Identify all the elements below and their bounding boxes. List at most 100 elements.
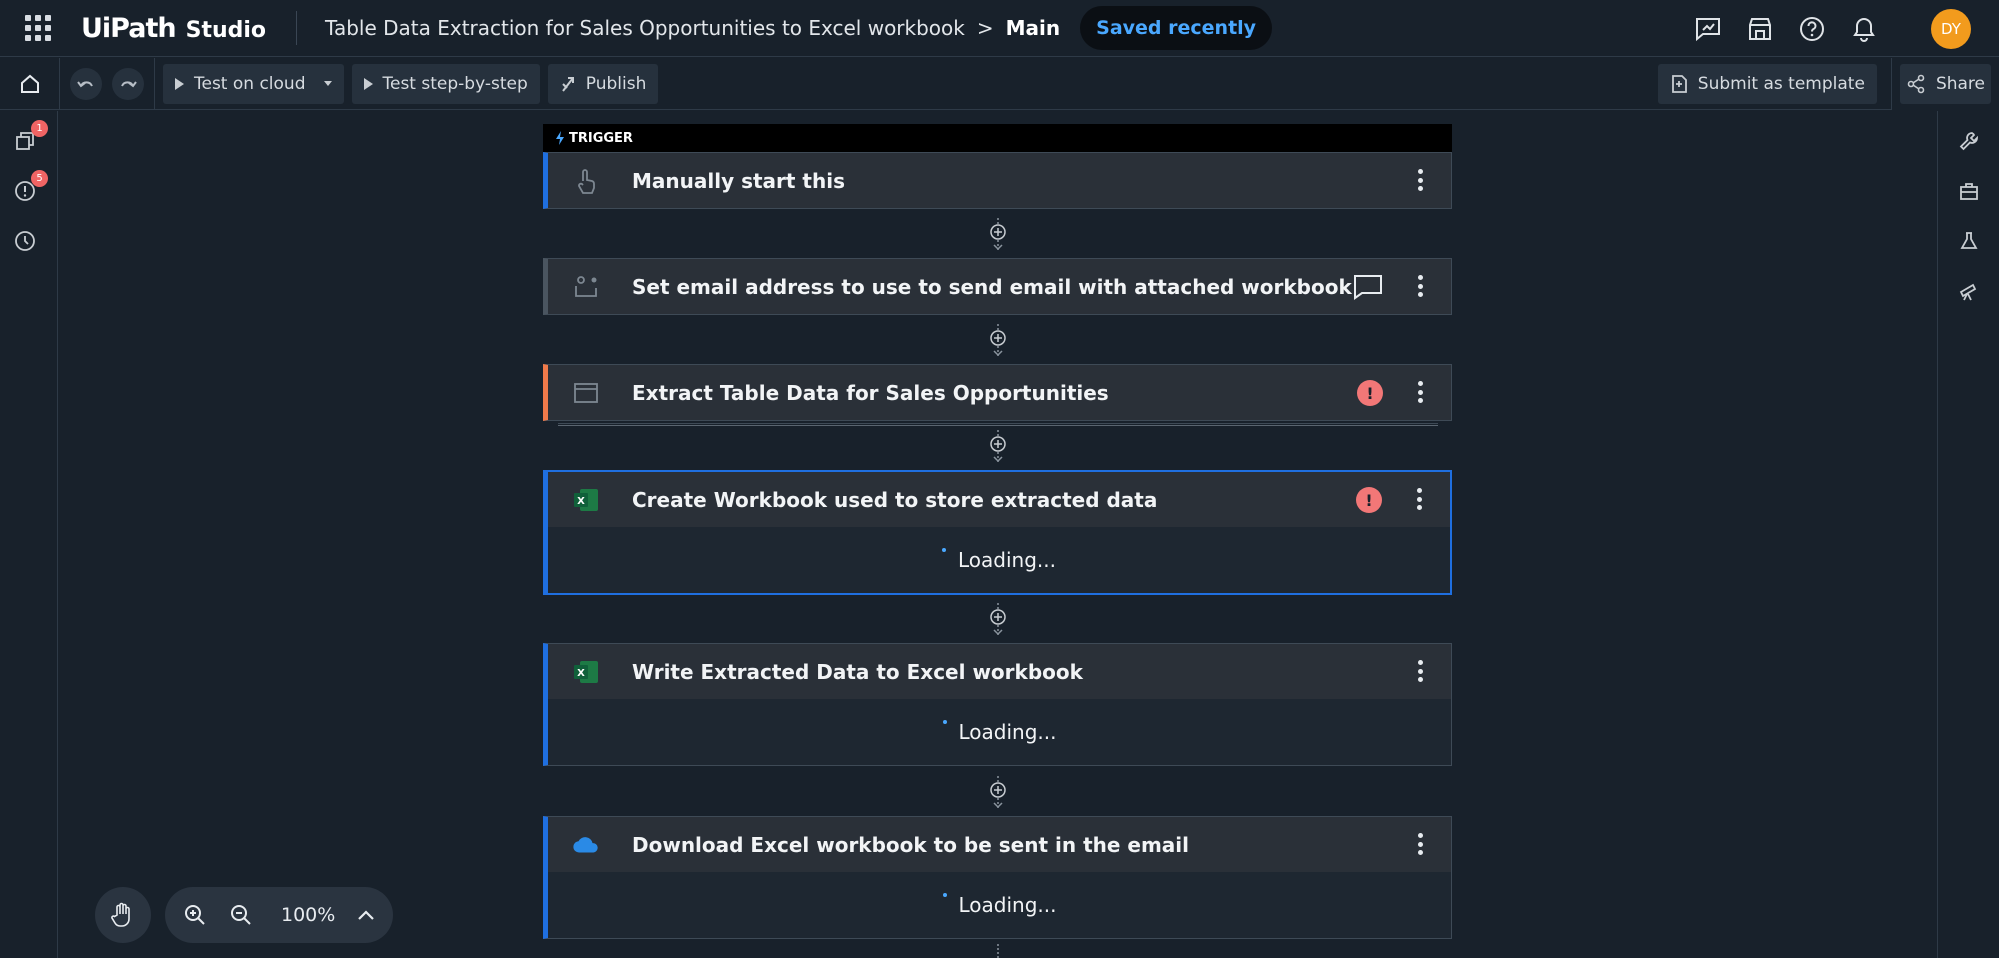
step-title: Set email address to use to send email w… [632, 274, 1352, 299]
home-icon [20, 74, 39, 93]
share-container: Share [1890, 58, 1999, 110]
more-options-icon[interactable] [1416, 488, 1422, 510]
marketplace-icon[interactable] [1745, 14, 1775, 44]
more-options-icon[interactable] [1417, 381, 1423, 403]
top-bar: UiPath Studio Table Data Extraction for … [0, 0, 1999, 57]
more-options-icon[interactable] [1417, 660, 1423, 682]
loading-text: Loading... [958, 548, 1056, 572]
feedback-icon[interactable] [1693, 14, 1723, 44]
error-icon[interactable]: ! [1357, 380, 1383, 406]
header-actions: DY [1693, 0, 1971, 57]
publish-icon [561, 76, 574, 92]
trigger-label: TRIGGER [569, 130, 633, 146]
connector-line [997, 944, 999, 958]
add-step-button[interactable] [988, 324, 1008, 358]
comment-icon[interactable] [1353, 274, 1383, 300]
toolbox-button[interactable] [1957, 179, 1981, 203]
step-title: Create Workbook used to store extracted … [632, 487, 1158, 512]
share-label: Share [1935, 74, 1985, 94]
properties-button[interactable] [1957, 129, 1981, 153]
publish-button[interactable]: Publish [547, 63, 659, 104]
test-step-by-step-label: Test step-by-step [382, 73, 528, 94]
breadcrumb-project[interactable]: Table Data Extraction for Sales Opportun… [325, 16, 965, 40]
zoom-level[interactable]: 100% [281, 904, 335, 926]
wrench-icon [1959, 132, 1978, 151]
save-status-badge: Saved recently [1080, 6, 1273, 50]
add-step-button[interactable] [988, 776, 1008, 810]
zoom-out-icon[interactable] [229, 903, 253, 927]
test-explorer-button[interactable] [1957, 229, 1981, 253]
hand-icon [111, 902, 130, 927]
add-step-button[interactable] [988, 430, 1008, 464]
undo-icon [77, 80, 93, 87]
step-header[interactable]: Manually start this [548, 153, 1451, 208]
project-explorer-button[interactable]: 1 [12, 120, 48, 154]
explorer-count-badge: 1 [31, 120, 48, 137]
step-body: Loading... [548, 699, 1451, 765]
more-options-icon[interactable] [1417, 275, 1423, 297]
loading-spinner-icon [942, 720, 947, 724]
step-header[interactable]: Download Excel workbook to be sent in th… [548, 817, 1451, 872]
template-icon [1671, 75, 1687, 93]
right-sidebar [1937, 111, 1999, 958]
step-header[interactable]: X Create Workbook used to store extracte… [548, 472, 1450, 527]
pan-tool-button[interactable] [95, 887, 151, 943]
workflow-step-5[interactable]: X Write Extracted Data to Excel workbook… [543, 643, 1452, 766]
step-header[interactable]: Extract Table Data for Sales Opportuniti… [548, 365, 1451, 420]
submit-as-template-button[interactable]: Submit as template [1657, 64, 1877, 104]
more-options-icon[interactable] [1417, 169, 1423, 191]
redo-button[interactable] [112, 67, 144, 100]
home-button[interactable] [0, 57, 60, 110]
object-repository-button[interactable] [1957, 279, 1981, 303]
logo-studio-text: Studio [185, 17, 267, 43]
help-icon[interactable] [1797, 14, 1827, 44]
add-step-button[interactable] [988, 218, 1008, 252]
history-button[interactable] [12, 228, 38, 254]
zoom-in-icon[interactable] [183, 903, 207, 927]
errors-count-badge: 5 [31, 170, 48, 187]
onedrive-icon [572, 831, 600, 859]
workflow-step-1[interactable]: Manually start this [543, 152, 1452, 209]
share-button[interactable]: Share [1899, 64, 1991, 104]
workflow-step-6[interactable]: Download Excel workbook to be sent in th… [543, 816, 1452, 939]
telescope-icon [1959, 283, 1977, 301]
stacked-card-edge [558, 423, 1438, 426]
lightning-icon [556, 131, 564, 145]
step-title: Download Excel workbook to be sent in th… [632, 832, 1190, 857]
divider [296, 11, 298, 45]
toolbar-right: Submit as template Share [1657, 58, 1999, 110]
step-header[interactable]: X Write Extracted Data to Excel workbook [548, 644, 1451, 699]
error-icon[interactable]: ! [1356, 487, 1382, 513]
step-header[interactable]: Set email address to use to send email w… [548, 259, 1451, 314]
breadcrumb-current: Main [1005, 16, 1061, 40]
loading-text: Loading... [958, 893, 1057, 917]
undo-button[interactable] [70, 67, 102, 100]
test-on-cloud-button[interactable]: Test on cloud [163, 63, 344, 104]
svg-text:X: X [577, 668, 585, 679]
chevron-down-icon[interactable] [323, 81, 332, 86]
toolbar: Test on cloud Test step-by-step Publish … [0, 57, 1999, 110]
apps-grid-icon[interactable] [25, 15, 51, 41]
chevron-up-icon[interactable] [357, 909, 375, 921]
workflow-step-3[interactable]: Extract Table Data for Sales Opportuniti… [543, 364, 1452, 421]
notifications-bell-icon[interactable] [1849, 14, 1879, 44]
test-on-cloud-label: Test on cloud [194, 73, 306, 94]
variable-icon [572, 273, 600, 301]
undo-redo-group [60, 57, 155, 110]
uipath-logo[interactable]: UiPath Studio [81, 13, 266, 44]
clock-icon [15, 231, 35, 251]
add-step-button[interactable] [988, 603, 1008, 637]
excel-icon: X [572, 486, 600, 514]
workflow-step-2[interactable]: Set email address to use to send email w… [543, 258, 1452, 315]
test-step-by-step-button[interactable]: Test step-by-step [351, 63, 540, 104]
step-title: Extract Table Data for Sales Opportuniti… [632, 380, 1109, 405]
more-options-icon[interactable] [1417, 833, 1423, 855]
errors-panel-button[interactable]: 5 [12, 170, 48, 204]
workflow-step-4[interactable]: X Create Workbook used to store extracte… [543, 470, 1452, 595]
user-avatar[interactable]: DY [1931, 8, 1971, 49]
share-icon [1907, 74, 1925, 94]
loading-spinner-icon [942, 548, 946, 552]
toolbox-icon [1960, 183, 1978, 200]
trigger-tag: TRIGGER [543, 124, 1452, 152]
zoom-controls: 100% [95, 887, 394, 943]
